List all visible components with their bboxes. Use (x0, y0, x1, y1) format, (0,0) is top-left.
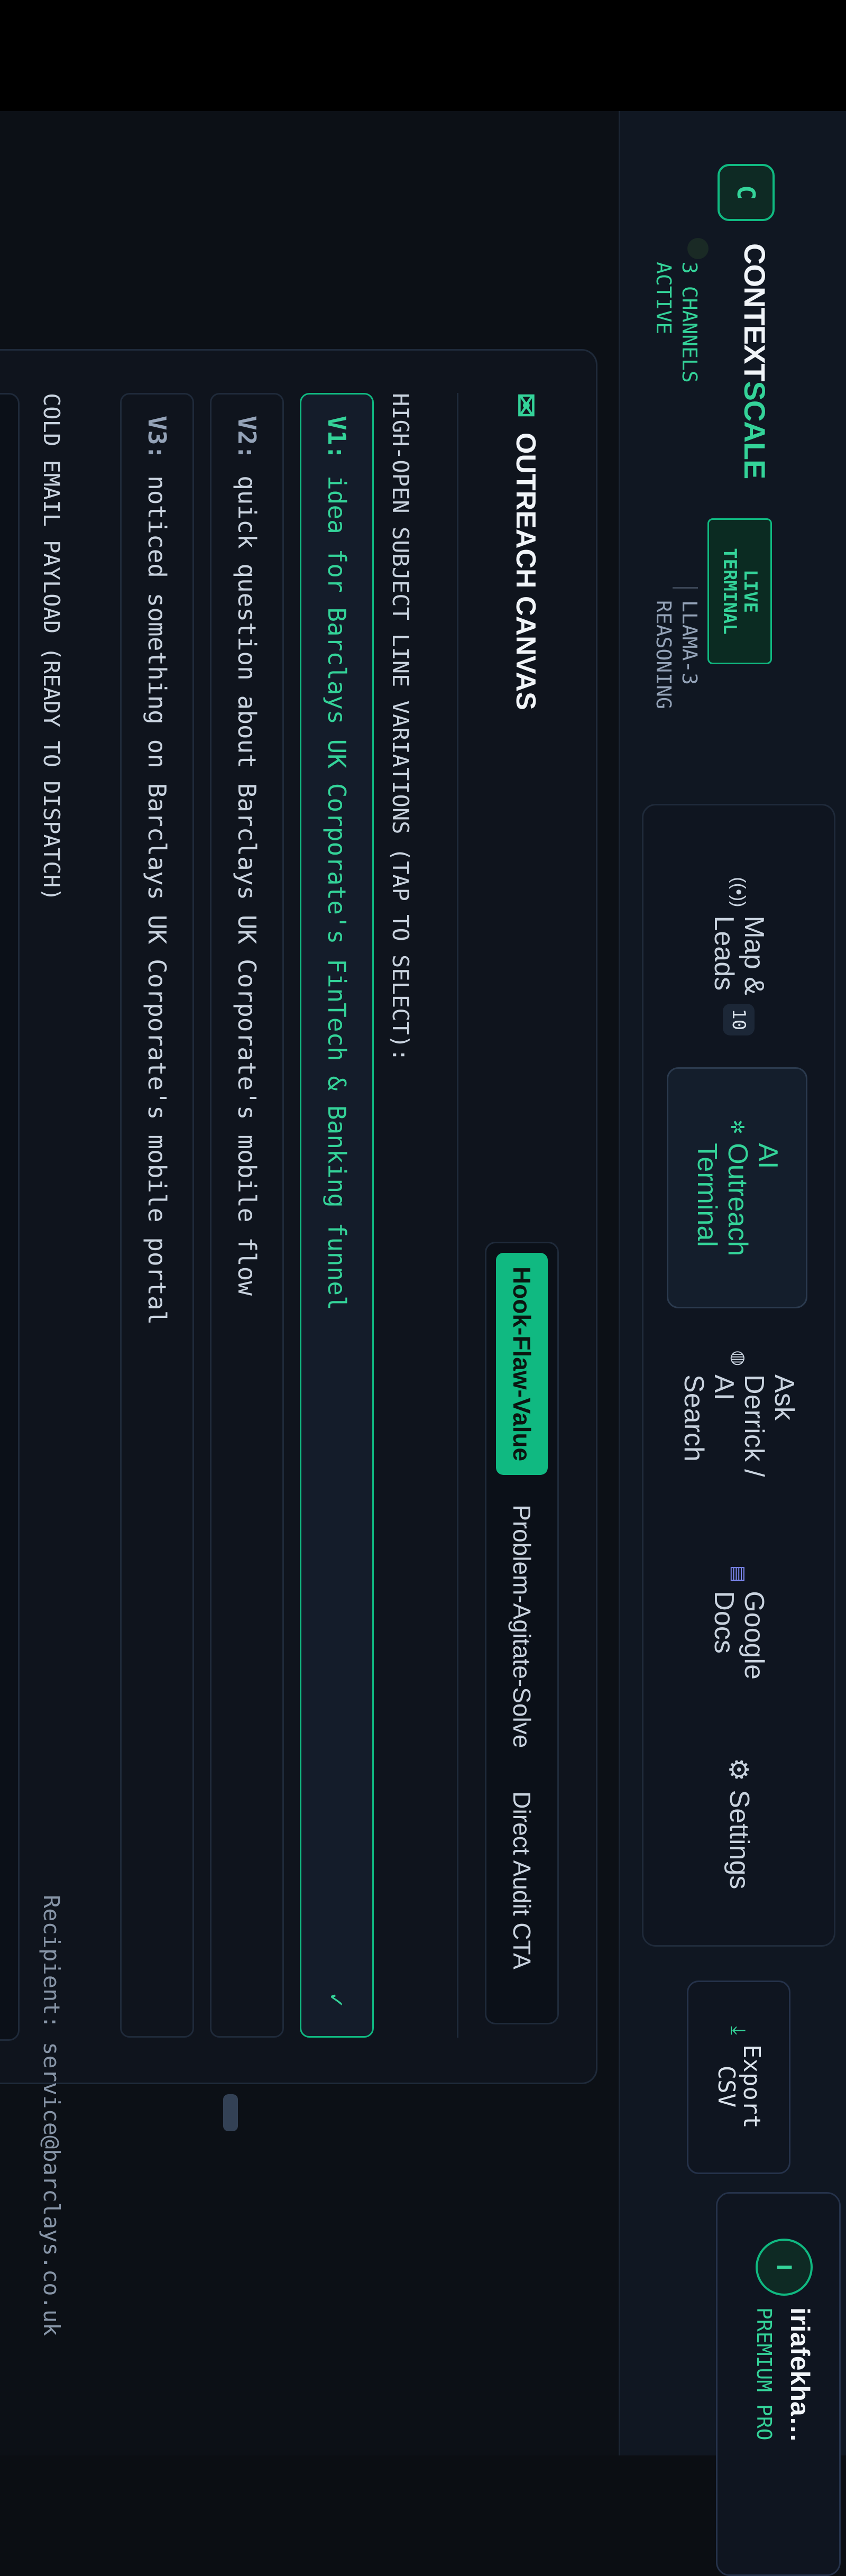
subject-lines-label: HIGH-OPEN SUBJECT LINE VARIATIONS (TAP T… (388, 393, 413, 1062)
canvas-divider (457, 393, 458, 2038)
avatar: I (756, 2239, 813, 2296)
gear-icon: ⚙ (724, 1757, 753, 1782)
nav-map-leads[interactable]: ((•)) Map & Leads 10 (670, 869, 807, 1043)
nav-ai-outreach-terminal[interactable]: ✲ AI Outreach Terminal (667, 1067, 807, 1308)
payload-label: COLD EMAIL PAYLOAD (READY TO DISPATCH) (39, 393, 65, 901)
framework-tabs: Hook-Flaw-Value Problem-Agitate-Solve Di… (485, 1242, 559, 2024)
user-email: iriafekhaid@gmai... (785, 2307, 815, 2445)
mail-icon: ✉ (509, 393, 542, 418)
nav-ask-derrick-search[interactable]: ◍ Ask Derrick / AI Search (670, 1326, 807, 1501)
tab-problem-agitate-solve[interactable]: Problem-Agitate-Solve (496, 1491, 548, 1762)
user-plan: PREMIUM PRO (752, 2307, 776, 2441)
top-navigation-bar: C CONTEXTSCALE LIVE TERMINAL 3 CHANNELS … (619, 111, 846, 2576)
status-dot-icon (687, 238, 709, 259)
app-window: C CONTEXTSCALE LIVE TERMINAL 3 CHANNELS … (0, 111, 846, 2576)
chevron-check-icon: ✓ (323, 1993, 351, 2007)
status-separator (673, 587, 698, 589)
subject-variant-v2[interactable]: V2: quick question about Barclays UK Cor… (210, 393, 284, 2038)
export-csv-button[interactable]: ⤓ Export CSV (687, 1981, 790, 2174)
download-icon: ⤓ (727, 2026, 751, 2035)
doc-icon: ▤ (729, 1565, 749, 1583)
app-logo: C (718, 164, 775, 221)
live-terminal-badge: LIVE TERMINAL (707, 518, 772, 664)
sparkle-icon: ✲ (727, 1119, 747, 1135)
nav-tab-group: ((•)) Map & Leads 10 ✲ AI Outreach Terminal… (642, 804, 835, 1947)
channels-status: 3 CHANNELS ACTIVE (651, 262, 701, 383)
subject-variant-v3[interactable]: V3: noticed something on Barclays UK Cor… (120, 393, 194, 2038)
tab-direct-audit-cta[interactable]: Direct Audit CTA (496, 1777, 548, 1983)
globe-icon: ◍ (729, 1350, 749, 1367)
leads-count-badge: 10 (723, 1003, 755, 1035)
outreach-canvas-panel: ✉ OUTREACH CANVAS Hook-Flaw-Value Proble… (0, 349, 597, 2336)
radio-icon: ((•)) (729, 877, 749, 907)
tab-hook-flaw-value[interactable]: Hook-Flaw-Value (496, 1253, 548, 1475)
subject-variant-v1[interactable]: V1: idea for Barclays UK Corporate's Fin… (300, 393, 374, 2038)
model-status: LLAMA-3 REASONING (651, 600, 701, 709)
canvas-title: ✉ OUTREACH CANVAS (509, 393, 542, 710)
email-payload-editor[interactable] (0, 393, 20, 2041)
brand-name: CONTEXTSCALE (738, 243, 771, 479)
nav-settings[interactable]: ⚙ Settings (670, 1736, 807, 1911)
nav-divider (619, 111, 620, 2455)
recipient-address: Recipient: service@barclays.co.uk (39, 1895, 65, 2336)
scrollbar-thumb[interactable] (223, 2094, 238, 2131)
top-black-band (0, 0, 846, 111)
user-profile-card[interactable]: I iriafekhaid@gmai... PREMIUM PRO (716, 2192, 841, 2576)
nav-google-docs[interactable]: ▤ Google Docs (670, 1543, 807, 1702)
